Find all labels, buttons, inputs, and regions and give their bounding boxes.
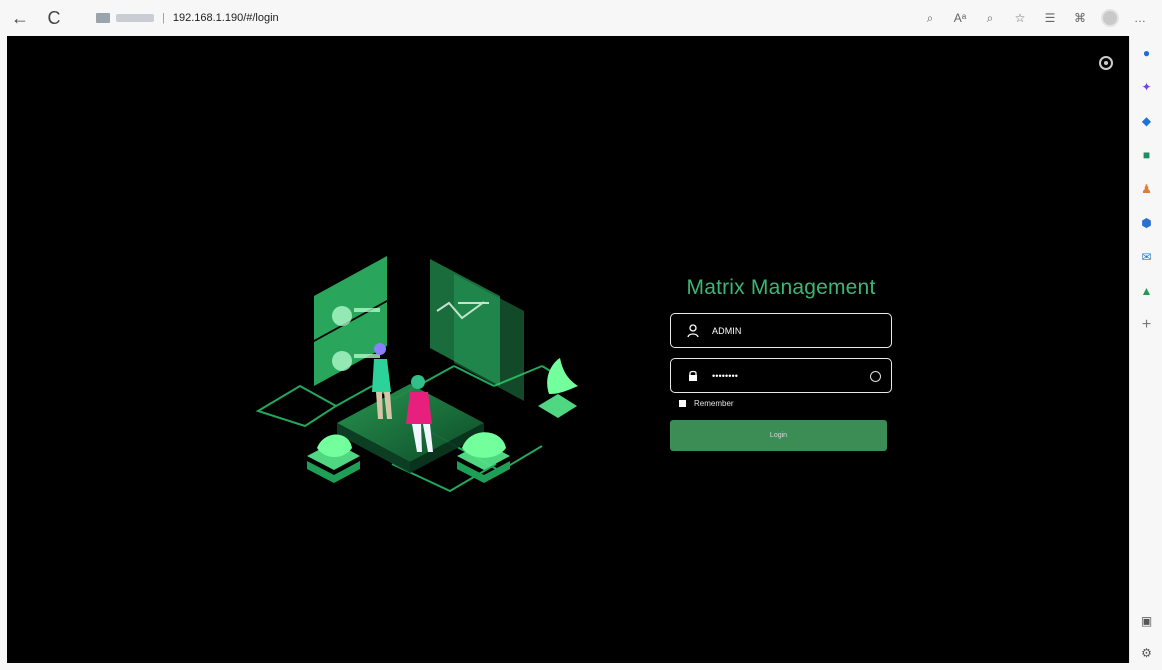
page-viewport: Matrix Management ADMIN •••••••• Remembe… <box>7 36 1129 663</box>
favorite-icon[interactable]: ☆ <box>1006 6 1034 30</box>
people-icon[interactable]: ♟ <box>1130 172 1162 206</box>
tag-icon[interactable]: ◆ <box>1130 104 1162 138</box>
shopping-icon[interactable]: ■ <box>1130 138 1162 172</box>
password-field[interactable]: •••••••• <box>670 358 892 393</box>
password-value: •••••••• <box>712 370 739 381</box>
refresh-button[interactable]: C <box>40 4 68 32</box>
zoom-icon[interactable]: ⌕ <box>976 6 1004 30</box>
site-icon <box>96 13 110 23</box>
remember-row[interactable]: Remember <box>679 399 892 408</box>
page-title: Matrix Management <box>686 276 876 299</box>
extensions-icon[interactable]: ⌘ <box>1066 6 1094 30</box>
collections-icon[interactable]: ☰ <box>1036 6 1064 30</box>
theme-toggle-icon[interactable] <box>1099 56 1113 70</box>
login-button[interactable]: Login <box>670 420 887 451</box>
address-bar[interactable]: | 192.168.1.190/#/login <box>96 7 279 29</box>
blurred-site-name <box>116 14 154 22</box>
split-screen-icon[interactable]: ▣ <box>1130 604 1162 638</box>
search-icon[interactable]: ⌕ <box>916 6 944 30</box>
address-separator: | <box>162 12 165 24</box>
lock-icon <box>686 369 700 383</box>
user-icon <box>686 323 700 338</box>
settings-icon[interactable]: ⚙ <box>1130 636 1162 670</box>
username-field[interactable]: ADMIN <box>670 313 892 348</box>
add-icon[interactable]: + <box>1130 308 1162 342</box>
outlook-icon[interactable]: ✉ <box>1130 240 1162 274</box>
office-icon[interactable]: ⬢ <box>1130 206 1162 240</box>
browser-sidebar: ● ✦ ◆ ■ ♟ ⬢ ✉ ▲ + ▣ ⚙ <box>1129 36 1162 663</box>
avatar-icon[interactable] <box>1096 6 1124 30</box>
browser-actions: ⌕ Aᵃ ⌕ ☆ ☰ ⌘ … <box>916 6 1154 30</box>
remember-label: Remember <box>694 399 734 408</box>
search-sidebar-icon[interactable]: ● <box>1130 36 1162 70</box>
copilot-icon[interactable]: ✦ <box>1130 70 1162 104</box>
more-icon[interactable]: … <box>1126 6 1154 30</box>
browser-toolbar: ← C | 192.168.1.190/#/login ⌕ Aᵃ ⌕ ☆ ☰ ⌘… <box>0 0 1162 36</box>
eye-icon[interactable] <box>870 371 881 382</box>
hero-illustration <box>255 256 578 493</box>
read-aloud-icon[interactable]: Aᵃ <box>946 6 974 30</box>
url-text: 192.168.1.190/#/login <box>172 12 279 24</box>
login-panel: Matrix Management ADMIN •••••••• Remembe… <box>670 276 892 451</box>
remember-checkbox[interactable] <box>679 400 686 407</box>
tree-icon[interactable]: ▲ <box>1130 274 1162 308</box>
username-value: ADMIN <box>712 325 742 336</box>
back-button[interactable]: ← <box>6 4 34 32</box>
